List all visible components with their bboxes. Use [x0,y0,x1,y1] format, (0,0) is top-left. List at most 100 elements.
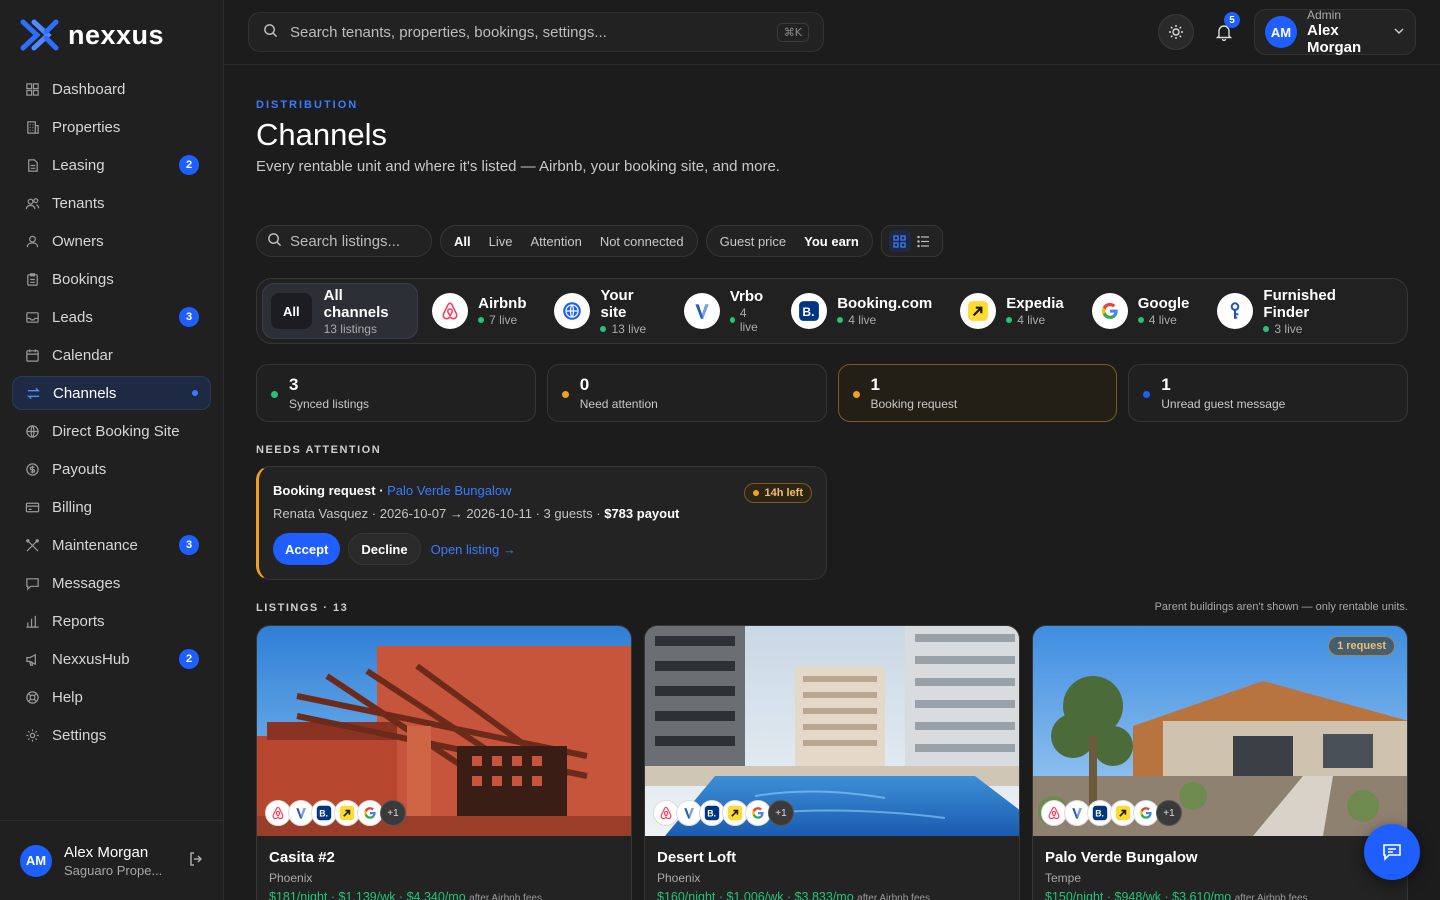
list-view-icon[interactable] [913,230,935,252]
svg-text:B.: B. [319,809,328,819]
sidebar-item-label: Bookings [52,270,114,288]
sidebar-item-billing[interactable]: Billing [12,490,211,524]
chat-fab-button[interactable] [1364,824,1420,880]
fees-note: after Airbnb fees [1234,893,1308,900]
listing-card[interactable]: B. +1 Desert Loft Phoenix $160/night · $1… [644,625,1020,900]
furnished-finder-icon [1217,293,1254,329]
listing-photo: B. +1 [645,626,1019,836]
listing-price: $181/night · $1,139/wk · $4,340/mo after… [269,890,619,900]
sidebar-item-channels[interactable]: Channels [12,376,211,410]
status-dot [271,391,278,398]
logo[interactable]: nexxus [20,18,164,52]
separator: · [375,483,388,498]
sidebar-item-messages[interactable]: Messages [12,566,211,600]
request-type: Booking request [273,483,376,498]
grid-view-icon[interactable] [888,230,911,252]
channel-live-count: 3 live [1274,321,1303,336]
listing-card[interactable]: B. +1 1 request Palo Verde Bungalow Tempe… [1032,625,1408,900]
avatar: AM [20,844,52,877]
svg-text:B.: B. [1095,809,1104,819]
wrench-icon [24,537,40,553]
sidebar-item-leads[interactable]: Leads 3 [12,300,211,334]
all-pill: All [271,293,312,329]
channel-expedia[interactable]: Expedia 4 live [960,283,1064,339]
sidebar-item-label: Properties [52,118,121,136]
global-search[interactable]: ⌘K [248,12,824,52]
fees-note: after Airbnb fees [857,893,930,900]
sidebar-item-help[interactable]: Help [12,680,211,714]
bar-chart-icon [24,613,40,629]
sidebar-item-reports[interactable]: Reports [12,604,211,638]
filter-not-connected[interactable]: Not connected [591,229,693,253]
notification-count: 5 [1224,12,1240,28]
listing-name: Casita #2 [269,849,335,866]
stat-card[interactable]: 3 Synced listings [256,364,536,422]
listing-city: Phoenix [269,871,313,885]
sidebar-item-maintenance[interactable]: Maintenance 3 [12,528,211,562]
channel-name: Furnished Finder [1263,286,1336,321]
time-left: 14h left [764,487,803,499]
channel-your-site[interactable]: Your site 13 live [554,283,655,339]
sidebar-item-bookings[interactable]: Bookings [12,262,211,296]
sidebar-item-tenants[interactable]: Tenants [12,186,211,220]
sidebar-item-properties[interactable]: Properties [12,110,211,144]
channel-live-count: 4 live [848,313,877,327]
sidebar-item-label: Leasing [52,156,105,174]
sidebar-item-leasing[interactable]: Leasing 2 [12,148,211,182]
sidebar-item-dashboard[interactable]: Dashboard [12,72,211,106]
sidebar-item-settings[interactable]: Settings [12,718,211,752]
channel-booking-com[interactable]: B. Booking.com 4 live [791,283,932,339]
listing-search-input[interactable] [290,232,420,250]
channel-all[interactable]: All All channels 13 listings [262,283,419,339]
channel-live-count: 13 live [611,321,647,336]
sidebar-item-direct-booking-site[interactable]: Direct Booking Site [12,414,211,448]
grid-icon [24,81,40,97]
user-name: Alex Morgan [1307,22,1362,56]
sidebar-item-calendar[interactable]: Calendar [12,338,211,372]
stat-card[interactable]: 0 Need attention [546,364,827,422]
user-menu[interactable]: AM Admin Alex Morgan [1254,8,1416,56]
channel-furnished-finder[interactable]: Furnished Finder 3 live [1217,283,1374,339]
notifications-button[interactable]: 5 [1206,12,1242,50]
listing-search[interactable] [256,225,432,257]
more-channels: +1 [768,800,794,826]
users-icon [24,195,40,211]
arrows-icon [25,385,41,401]
price-mode-you-earn[interactable]: You earn [795,229,868,253]
channel-vrbo[interactable]: Vrbo 4 live [683,283,763,339]
filter-all[interactable]: All [445,229,480,253]
property-link[interactable]: Palo Verde Bungalow [387,483,511,498]
decline-button[interactable]: Decline [348,533,421,565]
stat-card[interactable]: 1 Booking request [837,364,1118,422]
clipboard-icon [24,271,40,287]
channel-count: 13 listings [323,321,377,336]
stat-card[interactable]: 1 Unread guest message [1128,364,1408,422]
airbnb-icon [432,293,469,329]
price-mode-guest-price[interactable]: Guest price [711,229,795,253]
filter-attention[interactable]: Attention [521,229,590,253]
sidebar-item-payouts[interactable]: Payouts [12,452,211,486]
fees-note: after Airbnb fees [469,893,542,900]
stat-value: 1 [870,375,880,394]
building-icon [24,119,40,135]
open-listing-link[interactable]: Open listing → [431,542,516,557]
global-search-input[interactable] [290,23,777,41]
listing-price: $160/night · $1,006/wk · $3,833/mo after… [657,890,1007,900]
inbox-icon [24,309,40,325]
sidebar-user[interactable]: AM Alex Morgan Saguaro Prope... [0,820,224,900]
listing-card[interactable]: B. +1 Casita #2 Phoenix $181/night · $1,1… [256,625,632,900]
count-badge: 3 [179,535,199,555]
filter-live[interactable]: Live [480,229,522,253]
channel-name: Your site [600,286,634,321]
view-toggle [880,225,943,257]
sidebar-item-owners[interactable]: Owners [12,224,211,258]
accept-button[interactable]: Accept [273,533,341,565]
sidebar-item-nexxushub[interactable]: NexxusHub 2 [12,642,211,676]
count-badge: 2 [179,649,199,669]
stats-row: 3 Synced listings 0 Need attention 1 Boo… [256,364,1408,422]
channel-google[interactable]: Google 4 live [1091,283,1189,339]
logout-icon[interactable] [188,851,204,870]
channel-airbnb[interactable]: Airbnb 7 live [432,283,526,339]
globe-icon [24,423,40,439]
theme-toggle-button[interactable] [1158,14,1194,50]
